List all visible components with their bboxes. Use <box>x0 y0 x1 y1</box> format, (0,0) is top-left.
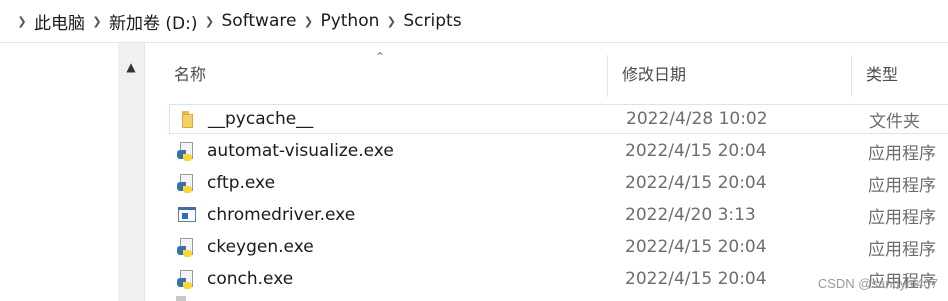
breadcrumb-label[interactable]: Scripts <box>401 11 463 31</box>
chevron-right-icon[interactable]: ❯ <box>87 15 107 28</box>
chevron-right-icon[interactable]: ❯ <box>200 15 220 28</box>
file-row[interactable]: automat-visualize.exe 2022/4/15 20:04 应用… <box>169 136 948 166</box>
file-name: cftp.exe <box>207 173 276 193</box>
breadcrumb-label[interactable]: Software <box>220 11 299 31</box>
file-name: conch.exe <box>207 269 294 289</box>
file-name: ckeygen.exe <box>207 237 314 257</box>
scroll-up-icon[interactable]: ▲ <box>118 57 144 77</box>
file-date: 2022/4/15 20:04 <box>625 237 767 257</box>
python-exe-icon <box>177 141 197 161</box>
file-date: 2022/4/15 20:04 <box>625 141 767 161</box>
file-name: chromedriver.exe <box>207 205 356 225</box>
breadcrumb-scripts[interactable]: ❯ Scripts <box>381 0 463 42</box>
file-date: 2022/4/15 20:04 <box>625 173 767 193</box>
breadcrumb-label[interactable]: 此电脑 <box>32 9 87 34</box>
file-row[interactable]: cftp.exe 2022/4/15 20:04 应用程序 <box>169 168 948 198</box>
column-header-date[interactable]: 修改日期 <box>607 55 851 97</box>
partial-row-icon <box>176 296 186 301</box>
chevron-right-icon[interactable]: ❯ <box>381 15 401 28</box>
python-exe-icon <box>177 237 197 257</box>
address-bar[interactable]: ❯ 此电脑 ❯ 新加卷 (D:) ❯ Software ❯ Python ❯ S… <box>0 0 948 43</box>
file-row[interactable]: __pycache__ 2022/4/28 10:02 文件夹 <box>169 104 948 134</box>
breadcrumb-label[interactable]: Python <box>318 11 381 31</box>
file-type: 文件夹 <box>869 111 920 132</box>
file-date: 2022/4/28 10:02 <box>626 109 768 129</box>
breadcrumb-this-pc[interactable]: ❯ 此电脑 <box>0 0 87 42</box>
chevron-right-icon[interactable]: ❯ <box>298 15 318 28</box>
breadcrumb-software[interactable]: ❯ Software <box>200 0 299 42</box>
file-row[interactable]: ckeygen.exe 2022/4/15 20:04 应用程序 <box>169 232 948 262</box>
application-icon <box>177 205 197 225</box>
breadcrumb-label[interactable]: 新加卷 (D:) <box>107 9 200 34</box>
breadcrumb-python[interactable]: ❯ Python <box>298 0 381 42</box>
navigation-pane <box>0 43 118 301</box>
column-header-type[interactable]: 类型 <box>851 55 948 97</box>
file-type: 应用程序 <box>868 175 936 196</box>
file-row[interactable]: chromedriver.exe 2022/4/20 3:13 应用程序 <box>169 200 948 230</box>
folder-icon <box>178 109 198 129</box>
python-exe-icon <box>177 173 197 193</box>
python-exe-icon <box>177 269 197 289</box>
breadcrumb-drive[interactable]: ❯ 新加卷 (D:) <box>87 0 200 42</box>
column-header: ⌃ 名称 修改日期 类型 <box>145 50 948 97</box>
column-header-name[interactable]: 名称 <box>160 55 607 97</box>
file-type: 应用程序 <box>868 239 936 260</box>
file-name: __pycache__ <box>208 109 314 129</box>
file-name: automat-visualize.exe <box>207 141 394 161</box>
watermark: CSDN @sandyhl407 <box>817 276 938 291</box>
file-type: 应用程序 <box>868 207 936 228</box>
chevron-right-icon[interactable]: ❯ <box>12 15 32 28</box>
file-type: 应用程序 <box>868 143 936 164</box>
navigation-scrollbar[interactable]: ▲ <box>118 43 144 301</box>
file-date: 2022/4/20 3:13 <box>625 205 756 225</box>
